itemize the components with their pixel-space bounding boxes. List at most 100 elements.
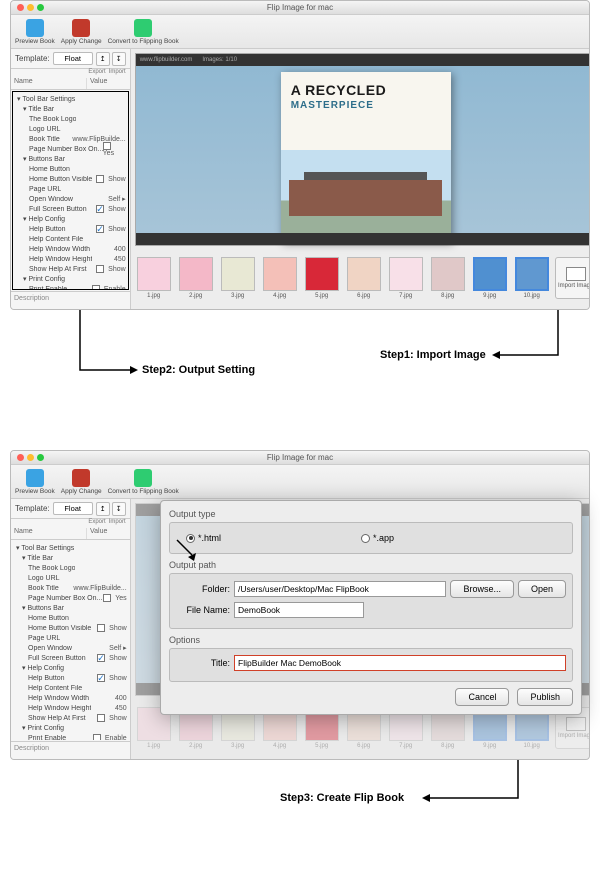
- setting-row[interactable]: Help Content File: [13, 234, 128, 244]
- import-image-button[interactable]: Import Image: [555, 257, 590, 299]
- output-path-label: Output path: [169, 560, 573, 570]
- setting-row[interactable]: Book Titlewww.FlipBuilde...: [12, 583, 129, 593]
- template-label: Template:: [15, 54, 50, 63]
- radio-app[interactable]: *.app: [361, 533, 394, 543]
- setting-row[interactable]: ▾ Print Config: [12, 723, 129, 733]
- setting-row[interactable]: Open WindowSelf ▸: [12, 643, 129, 653]
- window-title: Flip Image for mac: [11, 3, 589, 12]
- setting-row[interactable]: ▾ Help Config: [12, 663, 129, 673]
- setting-row[interactable]: Full Screen Button Show: [12, 653, 129, 663]
- publish-dialog: Output type *.html *.app Output path Fol…: [160, 500, 582, 715]
- thumbnail[interactable]: 5.jpg: [303, 257, 341, 299]
- book-title-line2: MASTERPIECE: [291, 100, 441, 111]
- screenshot-step12: Flip Image for mac Preview BookApply Cha…: [10, 0, 590, 410]
- title-input[interactable]: [234, 655, 566, 671]
- setting-row[interactable]: Page URL: [12, 633, 129, 643]
- toolbar-button[interactable]: Preview Book: [15, 469, 55, 495]
- setting-row[interactable]: ▾ Buttons Bar: [12, 603, 129, 613]
- window-title: Flip Image for mac: [11, 453, 589, 462]
- setting-row[interactable]: Full Screen Button Show: [13, 204, 128, 214]
- toolbar-button[interactable]: Apply Change: [61, 469, 102, 495]
- settings-sidebar: Template: Float ↥ ↧ Export Import NameVa…: [11, 49, 131, 309]
- setting-row[interactable]: Help Window Width400: [13, 244, 128, 254]
- setting-row[interactable]: Help Window Height450: [13, 254, 128, 264]
- template-row: Template: Float ↥ ↧: [11, 49, 130, 69]
- preview-controls[interactable]: [136, 233, 590, 245]
- settings-columns: NameValue: [11, 78, 130, 90]
- settings-tree[interactable]: ▾ Tool Bar Settings▾ Title BarThe Book L…: [12, 91, 129, 290]
- toolbar-button[interactable]: Convert to Flipping Book: [108, 469, 179, 495]
- template-select[interactable]: Float: [53, 52, 93, 65]
- setting-row[interactable]: Home Button: [12, 613, 129, 623]
- thumbnail-strip: 1.jpg2.jpg3.jpg4.jpg5.jpg6.jpg7.jpg8.jpg…: [135, 250, 590, 305]
- setting-row[interactable]: ▾ Tool Bar Settings: [13, 94, 128, 104]
- titlebar: Flip Image for mac: [11, 1, 589, 15]
- main-toolbar: Preview BookApply ChangeConvert to Flipp…: [11, 15, 589, 49]
- cancel-button[interactable]: Cancel: [455, 688, 509, 706]
- setting-row[interactable]: Logo URL: [12, 573, 129, 583]
- setting-row[interactable]: Show Help At First Show: [13, 264, 128, 274]
- thumbnail[interactable]: 9.jpg: [471, 257, 509, 299]
- settings-sidebar: Template: Float ↥ ↧ Export Import NameVa…: [11, 499, 131, 759]
- template-import-button[interactable]: ↧: [112, 502, 126, 516]
- main-panel: www.flipbuilder.com Images: 1/10 A RECYC…: [131, 49, 590, 309]
- setting-row[interactable]: ▾ Help Config: [13, 214, 128, 224]
- setting-row[interactable]: ▾ Tool Bar Settings: [12, 543, 129, 553]
- setting-row[interactable]: Logo URL: [13, 124, 128, 134]
- setting-row[interactable]: Show Help At First Show: [12, 713, 129, 723]
- setting-row[interactable]: ▾ Print Config: [13, 274, 128, 284]
- thumbnail[interactable]: 4.jpg: [261, 257, 299, 299]
- template-import-button[interactable]: ↧: [112, 52, 126, 66]
- setting-row[interactable]: Home Button Visible Show: [13, 174, 128, 184]
- thumbnail[interactable]: 3.jpg: [219, 257, 257, 299]
- setting-row[interactable]: ▾ Title Bar: [12, 553, 129, 563]
- thumbnail[interactable]: 7.jpg: [387, 257, 425, 299]
- app-window: Flip Image for mac Preview BookApply Cha…: [10, 0, 590, 310]
- setting-row[interactable]: Help Window Height450: [12, 703, 129, 713]
- thumbnail[interactable]: 1.jpg: [135, 257, 173, 299]
- toolbar-button[interactable]: Apply Change: [61, 19, 102, 45]
- setting-row[interactable]: Help Button Show: [13, 224, 128, 234]
- book-cover: A RECYCLED MASTERPIECE: [281, 72, 451, 242]
- step2-label: Step2: Output Setting: [142, 364, 255, 376]
- titlebar: Flip Image for mac: [11, 451, 589, 465]
- thumbnail[interactable]: 8.jpg: [429, 257, 467, 299]
- main-toolbar: Preview BookApply ChangeConvert to Flipp…: [11, 465, 589, 499]
- step1-label: Step1: Import Image: [380, 349, 486, 361]
- template-select[interactable]: Float: [53, 502, 93, 515]
- setting-row[interactable]: Page URL: [13, 184, 128, 194]
- book-title-line1: A RECYCLED: [291, 82, 441, 98]
- setting-row[interactable]: Print Enable Enable: [13, 284, 128, 290]
- setting-row[interactable]: The Book Logo: [12, 563, 129, 573]
- publish-button[interactable]: Publish: [517, 688, 573, 706]
- settings-tree[interactable]: ▾ Tool Bar Settings▾ Title BarThe Book L…: [12, 541, 129, 740]
- open-button[interactable]: Open: [518, 580, 566, 598]
- template-export-button[interactable]: ↥: [96, 52, 110, 66]
- setting-row[interactable]: Help Content File: [12, 683, 129, 693]
- setting-row[interactable]: ▾ Title Bar: [13, 104, 128, 114]
- setting-row[interactable]: The Book Logo: [13, 114, 128, 124]
- screenshot-step3: Flip Image for mac Preview BookApply Cha…: [10, 450, 590, 830]
- description-panel: Description: [11, 291, 130, 309]
- template-export-button[interactable]: ↥: [96, 502, 110, 516]
- folder-input[interactable]: [234, 581, 446, 597]
- setting-row[interactable]: Home Button: [13, 164, 128, 174]
- setting-row[interactable]: Help Window Width400: [12, 693, 129, 703]
- setting-row[interactable]: Print Enable Enable: [12, 733, 129, 740]
- toolbar-button[interactable]: Preview Book: [15, 19, 55, 45]
- setting-row[interactable]: Open WindowSelf ▸: [13, 194, 128, 204]
- setting-row[interactable]: Home Button Visible Show: [12, 623, 129, 633]
- thumbnail[interactable]: 2.jpg: [177, 257, 215, 299]
- setting-row[interactable]: Page Number Box On... Yes: [13, 144, 128, 154]
- options-label: Options: [169, 635, 573, 645]
- setting-row[interactable]: Help Button Show: [12, 673, 129, 683]
- setting-row[interactable]: Page Number Box On... Yes: [12, 593, 129, 603]
- step3-label: Step3: Create Flip Book: [280, 792, 404, 804]
- app-window: Flip Image for mac Preview BookApply Cha…: [10, 450, 590, 760]
- toolbar-button[interactable]: Convert to Flipping Book: [108, 19, 179, 45]
- flipbook-preview[interactable]: www.flipbuilder.com Images: 1/10 A RECYC…: [135, 53, 590, 246]
- filename-input[interactable]: [234, 602, 364, 618]
- thumbnail[interactable]: 6.jpg: [345, 257, 383, 299]
- thumbnail[interactable]: 10.jpg: [513, 257, 551, 299]
- browse-button[interactable]: Browse...: [450, 580, 514, 598]
